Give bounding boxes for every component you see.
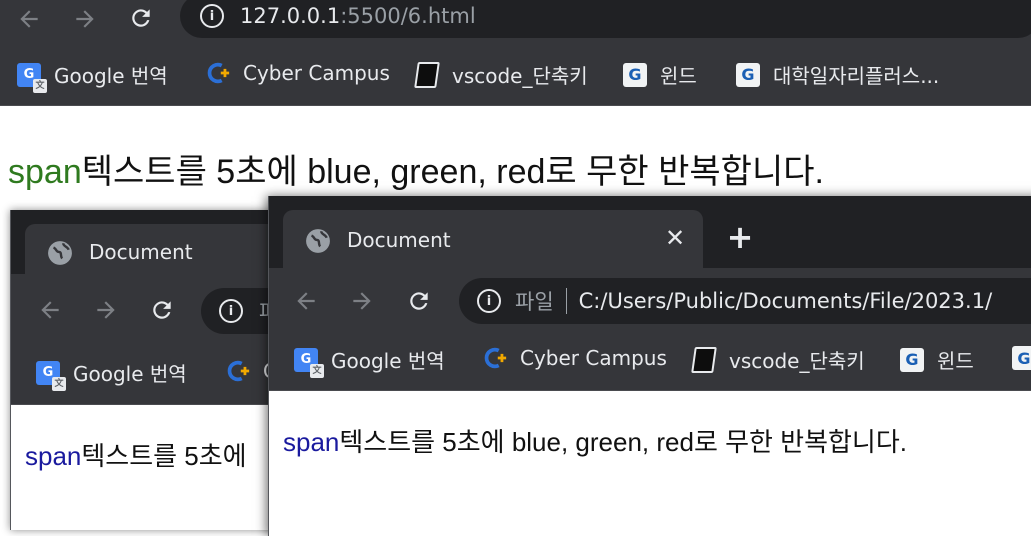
back-browser-window[interactable]: Document i 파 G Google 번역 C span텍스트를 5초에 <box>10 210 311 530</box>
google-translate-icon: G <box>293 347 324 378</box>
arrow-right-icon <box>97 301 115 319</box>
bookmarks-bar: G Google 번역 C <box>11 344 311 405</box>
url-path: C:/Users/Public/Documents/File/2023.1/ <box>578 289 993 313</box>
forward-button[interactable] <box>91 296 121 324</box>
bookmark-label: vscode_단축키 <box>729 349 865 373</box>
info-icon: i <box>219 299 243 323</box>
university-icon: G <box>735 62 761 88</box>
cyber-campus-icon <box>205 60 231 86</box>
arrow-right-icon <box>353 292 371 310</box>
arrow-right-icon <box>76 10 94 28</box>
notebook-icon <box>691 346 717 373</box>
bookmark-label: 대학일자리플러스... <box>773 64 940 88</box>
university-icon: G <box>622 62 648 88</box>
google-translate-icon: G <box>35 360 66 391</box>
forward-button[interactable] <box>70 5 100 33</box>
main-toolbar: i 127.0.0.1:5500/6.html <box>0 0 1031 38</box>
animated-span: span <box>25 441 82 471</box>
tab-title: Document <box>347 228 451 252</box>
bookmark-label: 윈드 <box>660 64 697 88</box>
bookmark-label: 윈드 <box>937 349 974 373</box>
reload-button[interactable] <box>404 287 434 315</box>
description-text: 텍스트를 5초에 blue, green, red로 무한 반복합니다. <box>81 153 824 191</box>
bookmark-label: Cyber Campus <box>520 346 667 370</box>
reload-icon <box>153 301 171 319</box>
bookmarks-bar: G Google 번역 Cyber Campus vscode_단축키 G 윈드… <box>269 334 1031 391</box>
url-label: 파일 <box>515 290 554 314</box>
animated-span: span <box>8 153 82 191</box>
bookmark-vscode[interactable]: vscode_단축키 <box>691 345 865 374</box>
url-path: :5500/6.html <box>340 4 476 28</box>
close-tab-icon[interactable]: ✕ <box>663 224 687 252</box>
cyber-campus-icon <box>482 345 508 371</box>
bookmark-cyber-campus[interactable]: Cyber Campus <box>482 345 667 371</box>
tab-strip: Document ✕ + <box>269 196 1031 268</box>
new-tab-button[interactable]: + <box>725 221 755 253</box>
cyber-campus-icon <box>225 358 251 384</box>
bookmark-overflow[interactable]: G <box>1011 345 1031 371</box>
info-icon: i <box>200 4 224 28</box>
forward-button[interactable] <box>347 287 377 315</box>
notebook-icon <box>414 61 440 88</box>
bookmark-wind[interactable]: G 윈드 <box>622 60 697 89</box>
university-icon: G <box>899 347 925 373</box>
description-text: 텍스트를 5초에 blue, green, red로 무한 반복합니다. <box>339 427 907 457</box>
back-button[interactable] <box>35 296 65 324</box>
toolbar: i 파 <box>11 274 311 344</box>
reload-button[interactable] <box>126 4 156 32</box>
globe-icon <box>306 229 330 253</box>
bookmark-label: vscode_단축키 <box>452 64 588 88</box>
globe-icon <box>48 241 72 265</box>
page-text: span텍스트를 5초에 <box>25 436 247 473</box>
animated-span: span <box>283 427 340 457</box>
bookmarks-bar: G Google 번역 Cyber Campus vscode_단축키 G 윈드… <box>0 38 1031 106</box>
address-bar[interactable]: i 파일 C:/Users/Public/Documents/File/2023… <box>459 278 1031 324</box>
toolbar: i 파일 C:/Users/Public/Documents/File/2023… <box>269 268 1031 334</box>
reload-icon <box>410 292 428 310</box>
university-icon: G <box>1011 345 1031 371</box>
bookmark-job-plus[interactable]: G 대학일자리플러스... <box>735 60 939 89</box>
reload-button[interactable] <box>147 296 177 324</box>
tab-strip: Document <box>11 210 311 274</box>
google-translate-icon: G <box>16 62 47 93</box>
front-browser-window[interactable]: Document ✕ + i 파일 C:/Users/Public/Docume… <box>268 196 1031 536</box>
page-text: span텍스트를 5초에 blue, green, red로 무한 반복합니다. <box>8 144 824 193</box>
arrow-left-icon <box>20 10 38 28</box>
address-bar[interactable]: i 127.0.0.1:5500/6.html <box>180 0 1031 38</box>
url-separator <box>565 288 567 314</box>
reload-icon <box>132 9 150 27</box>
bookmark-label: Cyber Campus <box>243 61 390 85</box>
bookmark-google-translate[interactable]: G Google 번역 <box>293 345 445 378</box>
bookmark-vscode[interactable]: vscode_단축키 <box>414 60 588 89</box>
bookmark-label: Google 번역 <box>54 64 168 88</box>
tab-document[interactable]: Document ✕ <box>283 210 703 268</box>
arrow-left-icon <box>41 301 59 319</box>
url-host: 127.0.0.1 <box>240 4 341 28</box>
bookmark-wind[interactable]: G 윈드 <box>899 345 974 374</box>
page-text: span텍스트를 5초에 blue, green, red로 무한 반복합니다. <box>283 422 907 459</box>
tab-title: Document <box>89 240 193 264</box>
bookmark-google-translate[interactable]: G Google 번역 <box>16 60 168 93</box>
back-button[interactable] <box>291 287 321 315</box>
info-icon: i <box>477 289 501 313</box>
bookmark-google-translate[interactable]: G Google 번역 <box>35 358 187 391</box>
bookmark-cyber-campus[interactable]: Cyber Campus <box>205 60 390 86</box>
arrow-left-icon <box>297 292 315 310</box>
back-button[interactable] <box>14 5 44 33</box>
bookmark-label: Google 번역 <box>73 362 187 386</box>
description-text: 텍스트를 5초에 <box>81 441 247 471</box>
bookmark-label: Google 번역 <box>331 349 445 373</box>
